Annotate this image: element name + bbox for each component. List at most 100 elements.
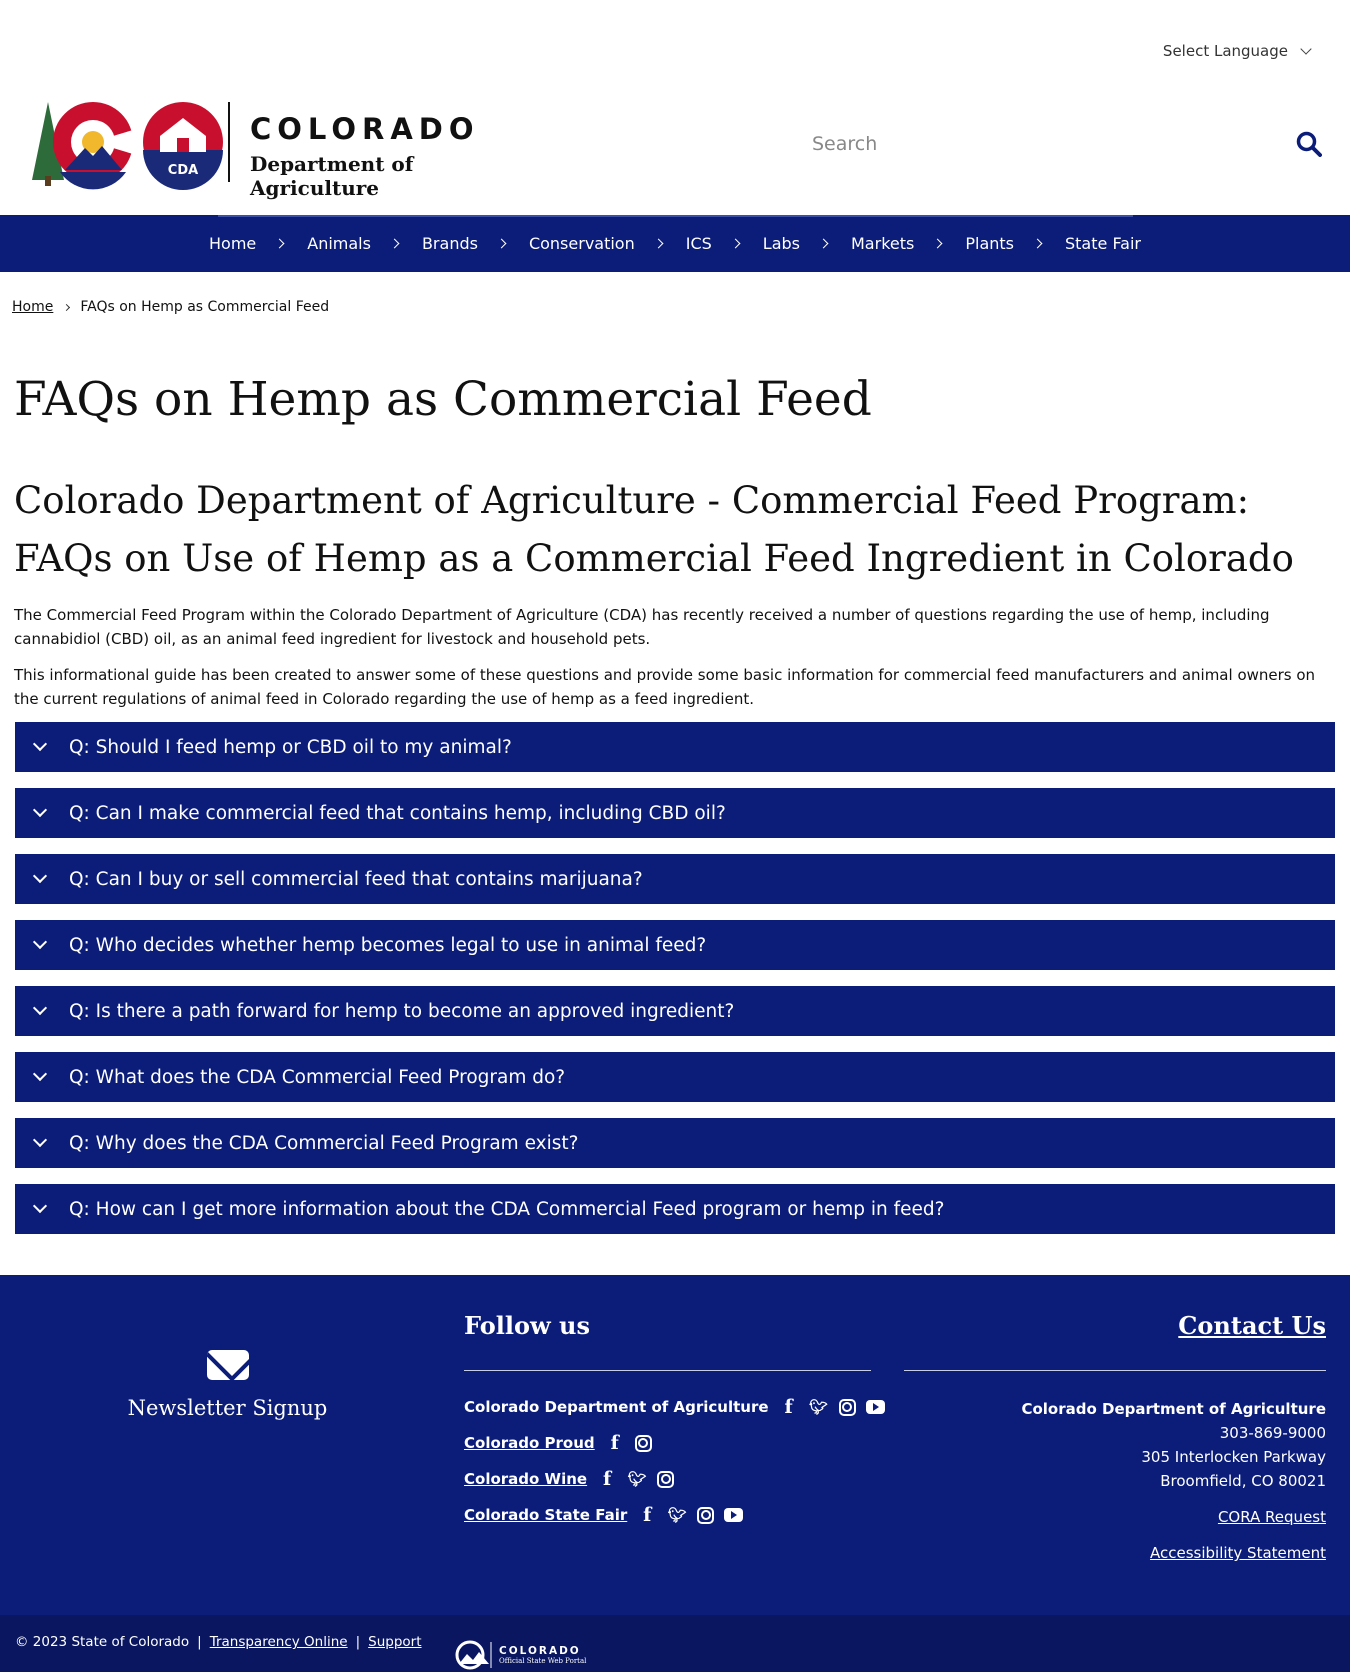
faq-item[interactable]: Q: Why does the CDA Commercial Feed Prog… [15, 1118, 1335, 1168]
nav-item-ics[interactable]: ICS [686, 234, 763, 253]
twitter-icon[interactable]: 🐦︎ [667, 1505, 687, 1525]
nav-item-labs[interactable]: Labs [763, 234, 851, 253]
faq-question: Q: Should I feed hemp or CBD oil to my a… [69, 736, 512, 758]
instagram-icon[interactable] [634, 1434, 652, 1452]
faq-item[interactable]: Q: Can I make commercial feed that conta… [15, 788, 1335, 838]
site-logo[interactable]: CDA COLORADO Department of Agriculture [30, 100, 540, 200]
social-row-label: Colorado Department of Agriculture [464, 1398, 769, 1416]
language-selector[interactable]: Select Language [1162, 42, 1312, 60]
instagram-icon[interactable] [697, 1506, 715, 1524]
faq-question: Q: How can I get more information about … [69, 1198, 945, 1220]
faq-item[interactable]: Q: Who decides whether hemp becomes lega… [15, 920, 1335, 970]
page-subtitle: Colorado Department of Agriculture - Com… [14, 479, 1294, 580]
contact-address: Colorado Department of Agriculture 303-8… [1021, 1397, 1326, 1565]
faq-accordion: Q: Should I feed hemp or CBD oil to my a… [15, 722, 1335, 1250]
contact-us-link[interactable]: Contact Us [1178, 1311, 1326, 1340]
cora-request-link[interactable]: CORA Request [1021, 1505, 1326, 1529]
nav-item-animals[interactable]: Animals [307, 234, 422, 253]
chevron-right-icon [730, 238, 741, 249]
chevron-right-icon [932, 238, 943, 249]
colorado-c-logo-icon: CDA [32, 102, 230, 190]
support-link[interactable]: Support [368, 1634, 421, 1650]
chevron-down-icon [32, 868, 48, 884]
site-footer: Newsletter Signup Follow us Colorado Dep… [0, 1275, 1350, 1615]
faq-item[interactable]: Q: What does the CDA Commercial Feed Pro… [15, 1052, 1335, 1102]
youtube-icon[interactable] [724, 1508, 744, 1522]
chevron-right-icon [818, 238, 829, 249]
faq-question: Q: Who decides whether hemp becomes lega… [69, 934, 707, 956]
faq-question: Q: What does the CDA Commercial Feed Pro… [69, 1066, 566, 1088]
breadcrumb-current: FAQs on Hemp as Commercial Feed [80, 299, 330, 315]
footer-bottom-bar: © 2023 State of Colorado | Transparency On… [0, 1615, 1350, 1672]
search-bar [812, 122, 1322, 166]
chevron-right-icon [274, 238, 285, 249]
chevron-down-icon [32, 736, 48, 752]
social-row-link[interactable]: Colorado Wine [464, 1470, 587, 1488]
chevron-down-icon [32, 1000, 48, 1016]
language-label: Select Language [1162, 42, 1288, 60]
twitter-icon[interactable]: 🐦︎ [809, 1397, 829, 1417]
intro-paragraph-2: This informational guide has been create… [14, 666, 1316, 708]
transparency-online-link[interactable]: Transparency Online [210, 1634, 348, 1650]
logo-line-2: Department of Agriculture [250, 152, 414, 200]
faq-item[interactable]: Q: Should I feed hemp or CBD oil to my a… [15, 722, 1335, 772]
social-row-cda: Colorado Department of Agriculture f 🐦︎ [464, 1396, 885, 1418]
chevron-down-icon [1300, 42, 1312, 55]
search-icon[interactable] [1296, 131, 1322, 157]
faq-item[interactable]: Q: Is there a path forward for hemp to b… [15, 986, 1335, 1036]
social-row-link[interactable]: Colorado Proud [464, 1434, 595, 1452]
nav-item-plants[interactable]: Plants [965, 234, 1065, 253]
nav-item-brands[interactable]: Brands [422, 234, 529, 253]
copyright-line: © 2023 State of Colorado | Transparency On… [15, 1634, 422, 1650]
social-row-link[interactable]: Colorado State Fair [464, 1506, 627, 1524]
faq-question: Q: Can I make commercial feed that conta… [69, 802, 726, 824]
chevron-down-icon [32, 802, 48, 818]
contact-org: Colorado Department of Agriculture [1021, 1400, 1326, 1418]
faq-question: Q: Can I buy or sell commercial feed tha… [69, 868, 643, 890]
portal-line-2: Official State Web Portal [499, 1657, 587, 1665]
youtube-icon[interactable] [865, 1400, 885, 1414]
logo-line-1: COLORADO [250, 112, 480, 146]
faq-item[interactable]: Q: Can I buy or sell commercial feed tha… [15, 854, 1335, 904]
nav-item-conservation[interactable]: Conservation [529, 234, 686, 253]
facebook-icon[interactable]: f [637, 1504, 657, 1526]
facebook-icon[interactable]: f [779, 1396, 799, 1418]
page-title: FAQs on Hemp as Commercial Feed [14, 372, 872, 427]
facebook-icon[interactable]: f [597, 1468, 617, 1490]
contact-street: 305 Interlocken Parkway [1141, 1448, 1326, 1466]
instagram-icon[interactable] [838, 1398, 856, 1416]
twitter-icon[interactable]: 🐦︎ [627, 1469, 647, 1489]
nav-item-markets[interactable]: Markets [851, 234, 965, 253]
nav-item-state-fair[interactable]: State Fair [1065, 234, 1141, 253]
portal-line-1: COLORADO [499, 1645, 581, 1657]
copyright-text: © 2023 State of Colorado [15, 1634, 190, 1650]
newsletter-signup[interactable]: Newsletter Signup [90, 1350, 365, 1420]
follow-divider [464, 1370, 871, 1371]
chevron-down-icon [32, 934, 48, 950]
breadcrumb-home-link[interactable]: Home [12, 299, 53, 315]
chevron-right-icon [653, 238, 664, 249]
nav-item-home[interactable]: Home [209, 234, 307, 253]
chevron-right-icon [1032, 238, 1043, 249]
nav-top-line [218, 215, 1133, 217]
chevron-right-icon [496, 238, 507, 249]
search-input[interactable] [812, 133, 1252, 155]
social-row-colorado-proud: Colorado Proud f [464, 1432, 652, 1454]
main-nav: Home Animals Brands Conservation ICS Lab… [0, 215, 1350, 272]
chevron-down-icon [32, 1066, 48, 1082]
instagram-icon[interactable] [657, 1470, 675, 1488]
logo-badge-text: CDA [168, 163, 198, 178]
facebook-icon[interactable]: f [605, 1432, 625, 1454]
accessibility-statement-link[interactable]: Accessibility Statement [1021, 1541, 1326, 1565]
contact-divider [904, 1370, 1326, 1371]
contact-phone: 303-869-9000 [1219, 1424, 1326, 1442]
colorado-portal-icon [455, 1640, 492, 1670]
social-row-state-fair: Colorado State Fair f 🐦︎ [464, 1504, 744, 1526]
envelope-icon [206, 1350, 249, 1380]
faq-item[interactable]: Q: How can I get more information about … [15, 1184, 1335, 1234]
state-portal-logo[interactable]: COLORADO Official State Web Portal [455, 1640, 586, 1670]
faq-question: Q: Why does the CDA Commercial Feed Prog… [69, 1132, 579, 1154]
follow-us-heading: Follow us [464, 1311, 590, 1340]
breadcrumb: Home FAQs on Hemp as Commercial Feed [12, 299, 329, 315]
chevron-down-icon [32, 1132, 48, 1148]
